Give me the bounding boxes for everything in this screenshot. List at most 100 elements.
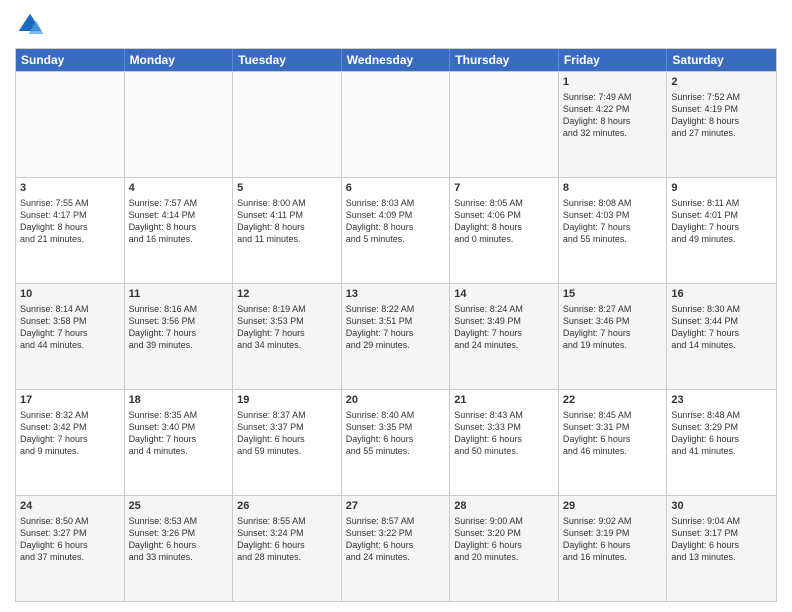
day-number: 30 <box>671 499 772 514</box>
calendar-cell: 30Sunrise: 9:04 AM Sunset: 3:17 PM Dayli… <box>667 496 776 601</box>
day-info: Sunrise: 8:43 AM Sunset: 3:33 PM Dayligh… <box>454 409 554 458</box>
day-number: 23 <box>671 393 772 408</box>
day-info: Sunrise: 8:08 AM Sunset: 4:03 PM Dayligh… <box>563 197 663 246</box>
day-info: Sunrise: 7:55 AM Sunset: 4:17 PM Dayligh… <box>20 197 120 246</box>
calendar-cell: 20Sunrise: 8:40 AM Sunset: 3:35 PM Dayli… <box>342 390 451 495</box>
day-number: 8 <box>563 181 663 196</box>
calendar-cell: 29Sunrise: 9:02 AM Sunset: 3:19 PM Dayli… <box>559 496 668 601</box>
day-number: 27 <box>346 499 446 514</box>
day-info: Sunrise: 8:14 AM Sunset: 3:58 PM Dayligh… <box>20 303 120 352</box>
calendar-cell: 5Sunrise: 8:00 AM Sunset: 4:11 PM Daylig… <box>233 178 342 283</box>
day-info: Sunrise: 8:03 AM Sunset: 4:09 PM Dayligh… <box>346 197 446 246</box>
day-info: Sunrise: 7:52 AM Sunset: 4:19 PM Dayligh… <box>671 91 772 140</box>
calendar-row-1: 3Sunrise: 7:55 AM Sunset: 4:17 PM Daylig… <box>16 177 776 283</box>
calendar-cell: 2Sunrise: 7:52 AM Sunset: 4:19 PM Daylig… <box>667 72 776 177</box>
day-number: 28 <box>454 499 554 514</box>
calendar-cell: 18Sunrise: 8:35 AM Sunset: 3:40 PM Dayli… <box>125 390 234 495</box>
day-info: Sunrise: 8:27 AM Sunset: 3:46 PM Dayligh… <box>563 303 663 352</box>
calendar-cell: 22Sunrise: 8:45 AM Sunset: 3:31 PM Dayli… <box>559 390 668 495</box>
calendar-cell: 6Sunrise: 8:03 AM Sunset: 4:09 PM Daylig… <box>342 178 451 283</box>
day-number: 26 <box>237 499 337 514</box>
day-info: Sunrise: 8:22 AM Sunset: 3:51 PM Dayligh… <box>346 303 446 352</box>
header-day-thursday: Thursday <box>450 49 559 71</box>
logo <box>15 10 49 40</box>
page: SundayMondayTuesdayWednesdayThursdayFrid… <box>0 0 792 612</box>
day-number: 25 <box>129 499 229 514</box>
day-info: Sunrise: 8:45 AM Sunset: 3:31 PM Dayligh… <box>563 409 663 458</box>
logo-icon <box>15 10 45 40</box>
calendar-cell: 4Sunrise: 7:57 AM Sunset: 4:14 PM Daylig… <box>125 178 234 283</box>
day-number: 4 <box>129 181 229 196</box>
day-info: Sunrise: 8:57 AM Sunset: 3:22 PM Dayligh… <box>346 515 446 564</box>
calendar-cell: 23Sunrise: 8:48 AM Sunset: 3:29 PM Dayli… <box>667 390 776 495</box>
header <box>15 10 777 40</box>
calendar-row-0: 1Sunrise: 7:49 AM Sunset: 4:22 PM Daylig… <box>16 71 776 177</box>
day-number: 10 <box>20 287 120 302</box>
day-number: 15 <box>563 287 663 302</box>
calendar-cell: 13Sunrise: 8:22 AM Sunset: 3:51 PM Dayli… <box>342 284 451 389</box>
calendar-cell: 24Sunrise: 8:50 AM Sunset: 3:27 PM Dayli… <box>16 496 125 601</box>
calendar-cell: 26Sunrise: 8:55 AM Sunset: 3:24 PM Dayli… <box>233 496 342 601</box>
header-day-tuesday: Tuesday <box>233 49 342 71</box>
calendar-row-3: 17Sunrise: 8:32 AM Sunset: 3:42 PM Dayli… <box>16 389 776 495</box>
calendar-cell: 15Sunrise: 8:27 AM Sunset: 3:46 PM Dayli… <box>559 284 668 389</box>
calendar-cell: 14Sunrise: 8:24 AM Sunset: 3:49 PM Dayli… <box>450 284 559 389</box>
day-info: Sunrise: 9:00 AM Sunset: 3:20 PM Dayligh… <box>454 515 554 564</box>
day-number: 22 <box>563 393 663 408</box>
day-info: Sunrise: 8:40 AM Sunset: 3:35 PM Dayligh… <box>346 409 446 458</box>
calendar-cell <box>450 72 559 177</box>
day-number: 29 <box>563 499 663 514</box>
day-info: Sunrise: 8:16 AM Sunset: 3:56 PM Dayligh… <box>129 303 229 352</box>
calendar-cell: 21Sunrise: 8:43 AM Sunset: 3:33 PM Dayli… <box>450 390 559 495</box>
day-info: Sunrise: 7:57 AM Sunset: 4:14 PM Dayligh… <box>129 197 229 246</box>
day-info: Sunrise: 8:32 AM Sunset: 3:42 PM Dayligh… <box>20 409 120 458</box>
day-number: 11 <box>129 287 229 302</box>
day-number: 20 <box>346 393 446 408</box>
day-number: 9 <box>671 181 772 196</box>
day-number: 3 <box>20 181 120 196</box>
day-number: 5 <box>237 181 337 196</box>
day-info: Sunrise: 8:00 AM Sunset: 4:11 PM Dayligh… <box>237 197 337 246</box>
calendar-cell <box>16 72 125 177</box>
day-info: Sunrise: 8:50 AM Sunset: 3:27 PM Dayligh… <box>20 515 120 564</box>
day-info: Sunrise: 8:53 AM Sunset: 3:26 PM Dayligh… <box>129 515 229 564</box>
day-info: Sunrise: 8:11 AM Sunset: 4:01 PM Dayligh… <box>671 197 772 246</box>
calendar-cell: 19Sunrise: 8:37 AM Sunset: 3:37 PM Dayli… <box>233 390 342 495</box>
day-number: 21 <box>454 393 554 408</box>
calendar-cell <box>125 72 234 177</box>
header-day-friday: Friday <box>559 49 668 71</box>
day-number: 14 <box>454 287 554 302</box>
day-info: Sunrise: 8:30 AM Sunset: 3:44 PM Dayligh… <box>671 303 772 352</box>
day-number: 24 <box>20 499 120 514</box>
day-number: 19 <box>237 393 337 408</box>
calendar-cell: 28Sunrise: 9:00 AM Sunset: 3:20 PM Dayli… <box>450 496 559 601</box>
calendar-body: 1Sunrise: 7:49 AM Sunset: 4:22 PM Daylig… <box>16 71 776 601</box>
day-number: 17 <box>20 393 120 408</box>
header-day-sunday: Sunday <box>16 49 125 71</box>
day-number: 16 <box>671 287 772 302</box>
day-info: Sunrise: 8:05 AM Sunset: 4:06 PM Dayligh… <box>454 197 554 246</box>
calendar-row-4: 24Sunrise: 8:50 AM Sunset: 3:27 PM Dayli… <box>16 495 776 601</box>
day-number: 18 <box>129 393 229 408</box>
calendar-cell: 25Sunrise: 8:53 AM Sunset: 3:26 PM Dayli… <box>125 496 234 601</box>
calendar-cell: 17Sunrise: 8:32 AM Sunset: 3:42 PM Dayli… <box>16 390 125 495</box>
day-number: 7 <box>454 181 554 196</box>
calendar-cell: 11Sunrise: 8:16 AM Sunset: 3:56 PM Dayli… <box>125 284 234 389</box>
header-day-wednesday: Wednesday <box>342 49 451 71</box>
calendar-cell <box>233 72 342 177</box>
day-info: Sunrise: 8:37 AM Sunset: 3:37 PM Dayligh… <box>237 409 337 458</box>
day-number: 1 <box>563 75 663 90</box>
calendar-cell: 27Sunrise: 8:57 AM Sunset: 3:22 PM Dayli… <box>342 496 451 601</box>
day-info: Sunrise: 9:04 AM Sunset: 3:17 PM Dayligh… <box>671 515 772 564</box>
calendar-cell: 3Sunrise: 7:55 AM Sunset: 4:17 PM Daylig… <box>16 178 125 283</box>
calendar-cell <box>342 72 451 177</box>
calendar-cell: 16Sunrise: 8:30 AM Sunset: 3:44 PM Dayli… <box>667 284 776 389</box>
calendar-cell: 9Sunrise: 8:11 AM Sunset: 4:01 PM Daylig… <box>667 178 776 283</box>
day-info: Sunrise: 9:02 AM Sunset: 3:19 PM Dayligh… <box>563 515 663 564</box>
calendar-cell: 10Sunrise: 8:14 AM Sunset: 3:58 PM Dayli… <box>16 284 125 389</box>
calendar-cell: 1Sunrise: 7:49 AM Sunset: 4:22 PM Daylig… <box>559 72 668 177</box>
header-day-saturday: Saturday <box>667 49 776 71</box>
calendar-row-2: 10Sunrise: 8:14 AM Sunset: 3:58 PM Dayli… <box>16 283 776 389</box>
calendar-header: SundayMondayTuesdayWednesdayThursdayFrid… <box>16 49 776 71</box>
day-number: 13 <box>346 287 446 302</box>
